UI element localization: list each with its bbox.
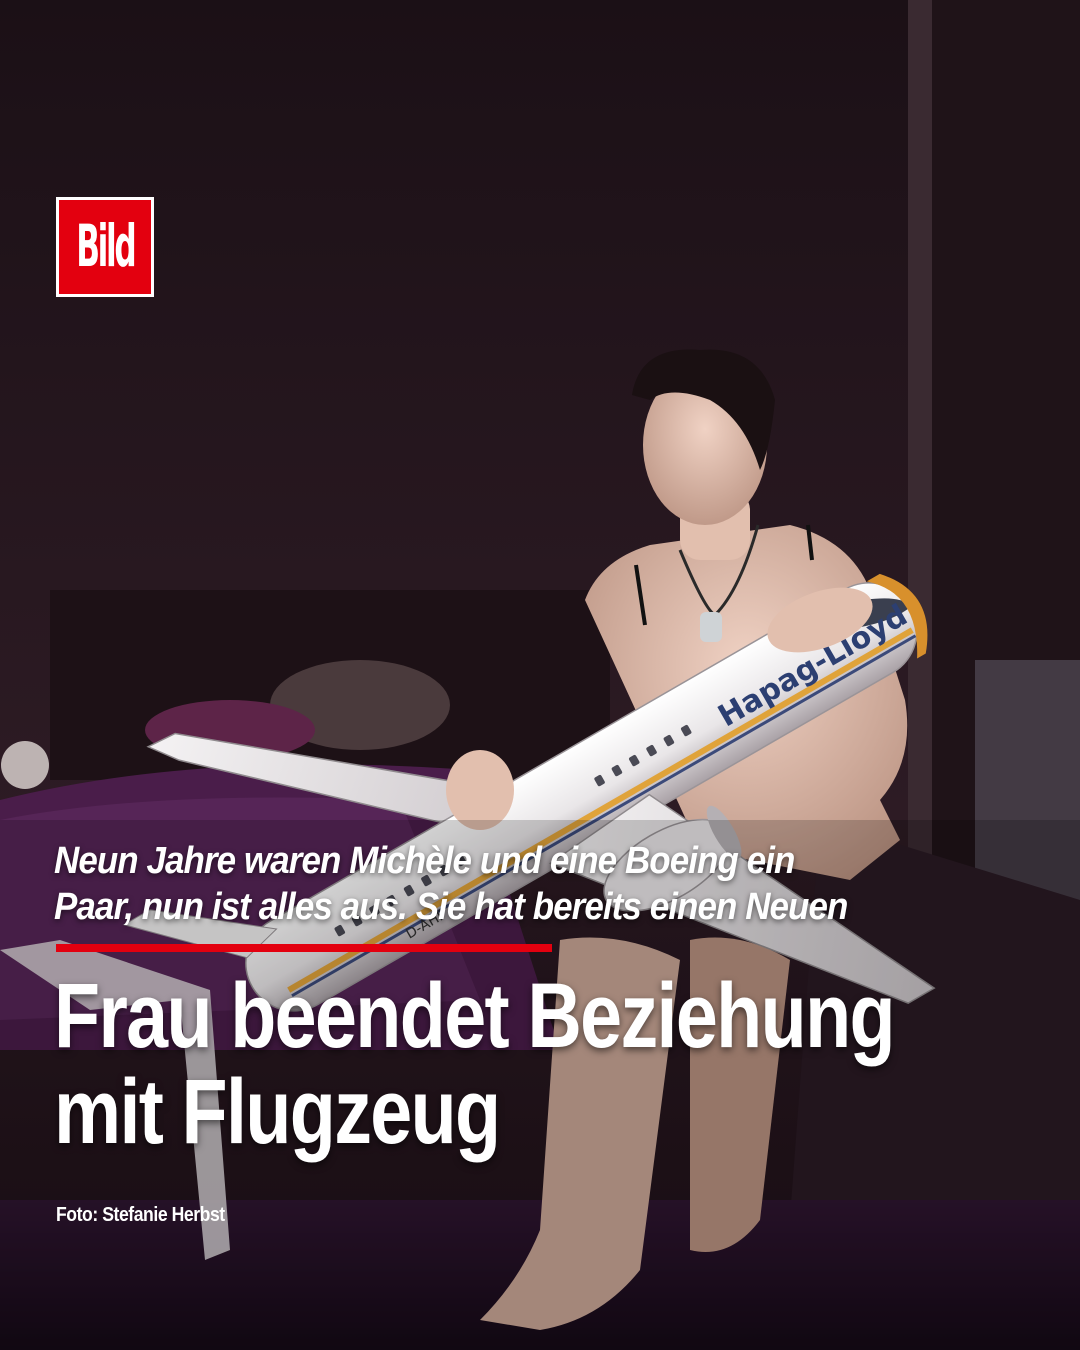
bild-logo: Bild: [56, 197, 154, 297]
headline-line-1: Frau beendet Beziehung: [54, 965, 896, 1067]
subtitle-line-1: Neun Jahre waren Michèle und eine Boeing…: [54, 840, 795, 882]
article-subtitle: Neun Jahre waren Michèle und eine Boeing…: [54, 838, 974, 930]
photo-credit: Foto: Stefanie Herbst: [56, 1204, 225, 1226]
red-divider: [56, 944, 552, 952]
subtitle-line-2: Paar, nun ist alles aus. Sie hat bereits…: [54, 886, 848, 928]
post-card: Hapag-Lloyd D-AHF Bild Neun Jahre waren …: [0, 0, 1080, 1350]
bild-logo-text: Bild: [75, 213, 136, 281]
headline-line-2: mit Flugzeug: [54, 1061, 501, 1163]
article-headline: Frau beendet Beziehung mit Flugzeug: [54, 968, 956, 1160]
